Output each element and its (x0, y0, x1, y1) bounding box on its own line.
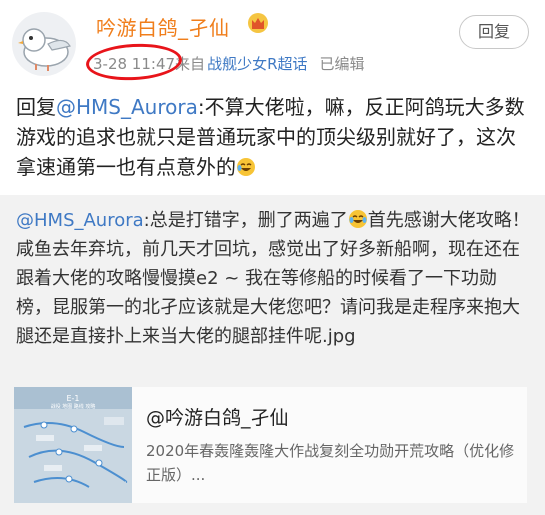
thumb-sublabel: 战役 地图 路线 攻略 (51, 403, 96, 410)
source-link[interactable]: 战舰少女R超话 (207, 55, 307, 73)
reply-text: 回复@HMS_Aurora:不算大佬啦，嘛，反正阿鸽玩大多数游戏的追求也就只是普… (16, 92, 526, 182)
reply-prefix: 回复 (16, 95, 56, 119)
username[interactable]: 吟游白鸽_孑仙 (96, 12, 230, 41)
card-description: 2020年春轰隆轰隆大作战复刻全功勋开荒攻略（优化修正版）... (146, 442, 515, 484)
quote-text-part1: :总是打错字，删了两遍了 (143, 210, 348, 231)
quote-text: @HMS_Aurora:总是打错字，删了两遍了 首先感谢大佬攻略！咸鱼去年弃坑，前… (16, 206, 531, 351)
quote-mention[interactable]: @HMS_Aurora (16, 210, 144, 231)
card-thumbnail: E-1 战役 地图 路线 攻略 (14, 387, 132, 503)
laugh-cry-emoji-icon (348, 210, 367, 228)
time-annotation-circle (85, 41, 183, 83)
reply-button[interactable]: 回复 (459, 15, 529, 49)
crown-badge-icon (247, 12, 269, 34)
edited-label: 已编辑 (319, 55, 365, 73)
thumb-label: E-1 (66, 394, 79, 403)
reply-mention[interactable]: @HMS_Aurora (56, 95, 198, 119)
card-title[interactable]: @吟游白鸽_孑仙 (146, 403, 289, 430)
user-avatar[interactable] (12, 12, 76, 76)
link-card[interactable]: E-1 战役 地图 路线 攻略 @吟游白鸽_孑仙 2020年春轰隆轰隆大作战复刻… (14, 387, 527, 503)
laugh-emoji-icon (237, 158, 255, 176)
